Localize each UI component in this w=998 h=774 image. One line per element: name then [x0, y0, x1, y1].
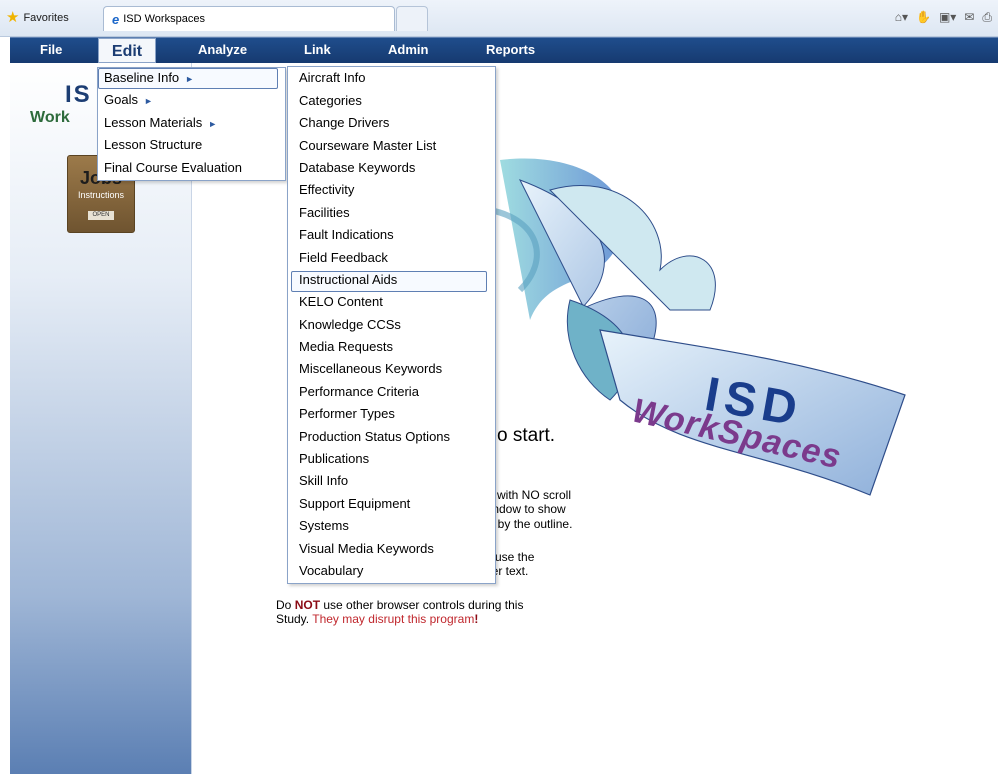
- home-icon[interactable]: ⌂▾: [895, 9, 908, 25]
- menu-analyze[interactable]: Analyze: [198, 42, 247, 57]
- submenu-item-systems[interactable]: Systems: [299, 516, 349, 536]
- submenu-item-media-requests[interactable]: Media Requests: [299, 337, 393, 357]
- submenu-item-database-keywords[interactable]: Database Keywords: [299, 158, 415, 178]
- isd-logo-text: IS: [65, 81, 92, 108]
- submenu-arrow-icon: ►: [185, 74, 195, 84]
- warning-rest: use other browser controls during this: [320, 598, 524, 612]
- baseline-info-label: Baseline Info: [104, 70, 180, 85]
- menu-item-final-course-evaluation[interactable]: Final Course Evaluation: [104, 158, 242, 178]
- submenu-item-instructional-aids[interactable]: Instructional Aids: [299, 270, 397, 290]
- ribbon-graphic: [489, 158, 906, 496]
- print-icon[interactable]: ⎙: [982, 9, 992, 25]
- app-menubar: File Edit Analyze Link Admin Reports: [10, 37, 998, 63]
- star-icon: ★: [6, 9, 20, 26]
- menu-admin[interactable]: Admin: [388, 42, 428, 57]
- submenu-item-categories[interactable]: Categories: [299, 91, 362, 111]
- favorites-label: Favorites: [23, 12, 69, 24]
- submenu-arrow-icon: ►: [143, 96, 153, 106]
- warning-disrupt: They may disrupt this program: [312, 612, 475, 626]
- submenu-item-change-drivers[interactable]: Change Drivers: [299, 113, 389, 133]
- submenu-item-support-equipment[interactable]: Support Equipment: [299, 494, 410, 514]
- submenu-item-miscellaneous-keywords[interactable]: Miscellaneous Keywords: [299, 359, 442, 379]
- lesson-materials-label: Lesson Materials: [104, 115, 203, 130]
- mail-icon[interactable]: ✉: [964, 9, 974, 25]
- book-open-label: OPEN: [88, 211, 114, 220]
- menu-reports[interactable]: Reports: [486, 42, 535, 57]
- ie-icon: e: [112, 11, 120, 27]
- edit-dropdown-menu: Baseline Info ► Goals ► Lesson Materials ► …: [97, 67, 286, 181]
- warning-exclamation: !: [474, 612, 479, 626]
- menu-file[interactable]: File: [40, 42, 62, 57]
- menu-edit[interactable]: Edit: [98, 38, 156, 63]
- menu-item-baseline-info[interactable]: Baseline Info ►: [104, 68, 194, 88]
- submenu-item-performance-criteria[interactable]: Performance Criteria: [299, 382, 419, 402]
- isd-workspaces-banner: ISD WorkSpaces: [460, 150, 920, 520]
- menu-item-lesson-materials[interactable]: Lesson Materials ►: [104, 113, 217, 133]
- warning-do: Do: [276, 598, 295, 612]
- submenu-item-effectivity[interactable]: Effectivity: [299, 180, 354, 200]
- warning-not: NOT: [294, 598, 321, 612]
- warning-line-1: Do NOT use other browser controls during…: [276, 598, 523, 612]
- warning-line-2: Study. They may disrupt this program!: [276, 612, 478, 626]
- rss-icon[interactable]: ▣▾: [939, 9, 956, 25]
- submenu-item-field-feedback[interactable]: Field Feedback: [299, 248, 388, 268]
- submenu-item-facilities[interactable]: Facilities: [299, 203, 350, 223]
- submenu-item-publications[interactable]: Publications: [299, 449, 369, 469]
- menu-link[interactable]: Link: [304, 42, 331, 57]
- menu-item-goals[interactable]: Goals ►: [104, 90, 153, 110]
- hand-icon[interactable]: ✋: [916, 9, 931, 25]
- submenu-item-skill-info[interactable]: Skill Info: [299, 471, 348, 491]
- submenu-item-knowledge-ccss[interactable]: Knowledge CCSs: [299, 315, 401, 335]
- warning-study: Study.: [276, 612, 313, 626]
- goals-label: Goals: [104, 92, 138, 107]
- new-tab-button[interactable]: [396, 6, 428, 31]
- book-instructions-label: Instructions: [77, 190, 125, 200]
- submenu-item-kelo-content[interactable]: KELO Content: [299, 292, 383, 312]
- submenu-arrow-icon: ►: [208, 119, 218, 129]
- submenu-item-aircraft-info[interactable]: Aircraft Info: [299, 68, 365, 88]
- browser-tab-title: ISD Workspaces: [123, 13, 205, 25]
- baseline-info-submenu: Aircraft Info Categories Change Drivers …: [287, 66, 496, 584]
- submenu-item-production-status-options[interactable]: Production Status Options: [299, 427, 450, 447]
- start-text: o start.: [497, 425, 556, 446]
- submenu-item-performer-types[interactable]: Performer Types: [299, 404, 395, 424]
- submenu-item-vocabulary[interactable]: Vocabulary: [299, 561, 363, 581]
- submenu-item-courseware-master-list[interactable]: Courseware Master List: [299, 136, 436, 156]
- browser-tools: ⌂▾ ✋ ▣▾ ✉ ⎙: [895, 9, 992, 25]
- workspaces-logo-text: Work: [30, 109, 70, 126]
- favorites-button[interactable]: ★ Favorites: [6, 9, 69, 27]
- submenu-item-fault-indications[interactable]: Fault Indications: [299, 225, 394, 245]
- browser-tab[interactable]: e ISD Workspaces: [103, 6, 395, 31]
- menu-item-lesson-structure[interactable]: Lesson Structure: [104, 135, 202, 155]
- submenu-item-visual-media-keywords[interactable]: Visual Media Keywords: [299, 539, 434, 559]
- browser-toolbar: ★ Favorites e ISD Workspaces ⌂▾ ✋ ▣▾ ✉ ⎙: [0, 0, 998, 37]
